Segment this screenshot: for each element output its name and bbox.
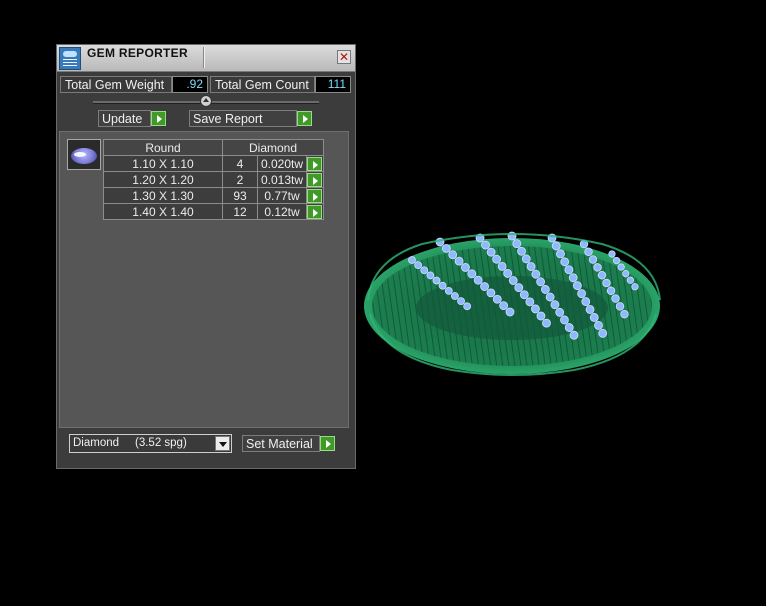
gem-size: 1.40 X 1.40 <box>103 203 223 220</box>
row-arrow-icon[interactable] <box>307 172 322 187</box>
gem-table: Round Diamond 1.10 X 1.10 4 0.020tw 1.20… <box>103 139 324 220</box>
gem-size: 1.30 X 1.30 <box>103 187 223 204</box>
slider-handle[interactable] <box>200 95 212 107</box>
update-button[interactable]: Update <box>98 110 151 127</box>
gem-list-panel: Round Diamond 1.10 X 1.10 4 0.020tw 1.20… <box>59 131 349 428</box>
save-report-arrow-icon[interactable] <box>297 111 312 126</box>
gem-weight: 0.020tw <box>257 155 307 172</box>
save-report-button[interactable]: Save Report <box>189 110 297 127</box>
gem-count: 2 <box>222 171 258 188</box>
round-gem-thumbnail[interactable] <box>67 139 101 170</box>
window-title: GEM REPORTER <box>87 46 188 60</box>
total-gem-count-value: 111 <box>315 76 351 93</box>
gem-count: 93 <box>222 187 258 204</box>
table-row: 1.40 X 1.40 12 0.12tw <box>103 203 324 220</box>
ring-3d-model[interactable] <box>362 230 664 378</box>
material-select-value: Diamond (3.52 spg) <box>73 437 187 449</box>
table-row: 1.20 X 1.20 2 0.013tw <box>103 171 324 188</box>
gem-reporter-window: GEM REPORTER ✕ Total Gem Weight .92 Tota… <box>56 44 356 469</box>
header-material: Diamond <box>222 139 324 156</box>
chevron-down-icon[interactable] <box>215 436 230 451</box>
table-row: 1.30 X 1.30 93 0.77tw <box>103 187 324 204</box>
close-icon[interactable]: ✕ <box>337 50 351 64</box>
header-shape: Round <box>103 139 223 156</box>
gem-weight: 0.12tw <box>257 203 307 220</box>
update-arrow-icon[interactable] <box>151 111 166 126</box>
table-row: 1.10 X 1.10 4 0.020tw <box>103 155 324 172</box>
set-material-button[interactable]: Set Material <box>242 435 320 452</box>
row-arrow-icon[interactable] <box>307 204 322 219</box>
set-material-arrow-icon[interactable] <box>320 436 335 451</box>
title-divider <box>203 47 205 68</box>
gem-count: 12 <box>222 203 258 220</box>
gem-weight: 0.013tw <box>257 171 307 188</box>
row-arrow-icon[interactable] <box>307 188 322 203</box>
material-select[interactable]: Diamond (3.52 spg) <box>69 434 232 453</box>
gem-count: 4 <box>222 155 258 172</box>
gem-reporter-app-icon <box>59 47 81 70</box>
gem-size: 1.20 X 1.20 <box>103 171 223 188</box>
gem-size: 1.10 X 1.10 <box>103 155 223 172</box>
total-gem-weight-label: Total Gem Weight <box>60 76 172 93</box>
total-gem-weight-value: .92 <box>172 76 208 93</box>
row-arrow-icon[interactable] <box>307 156 322 171</box>
gem-weight: 0.77tw <box>257 187 307 204</box>
title-bar[interactable]: GEM REPORTER ✕ <box>57 45 355 72</box>
total-gem-count-label: Total Gem Count <box>210 76 315 93</box>
